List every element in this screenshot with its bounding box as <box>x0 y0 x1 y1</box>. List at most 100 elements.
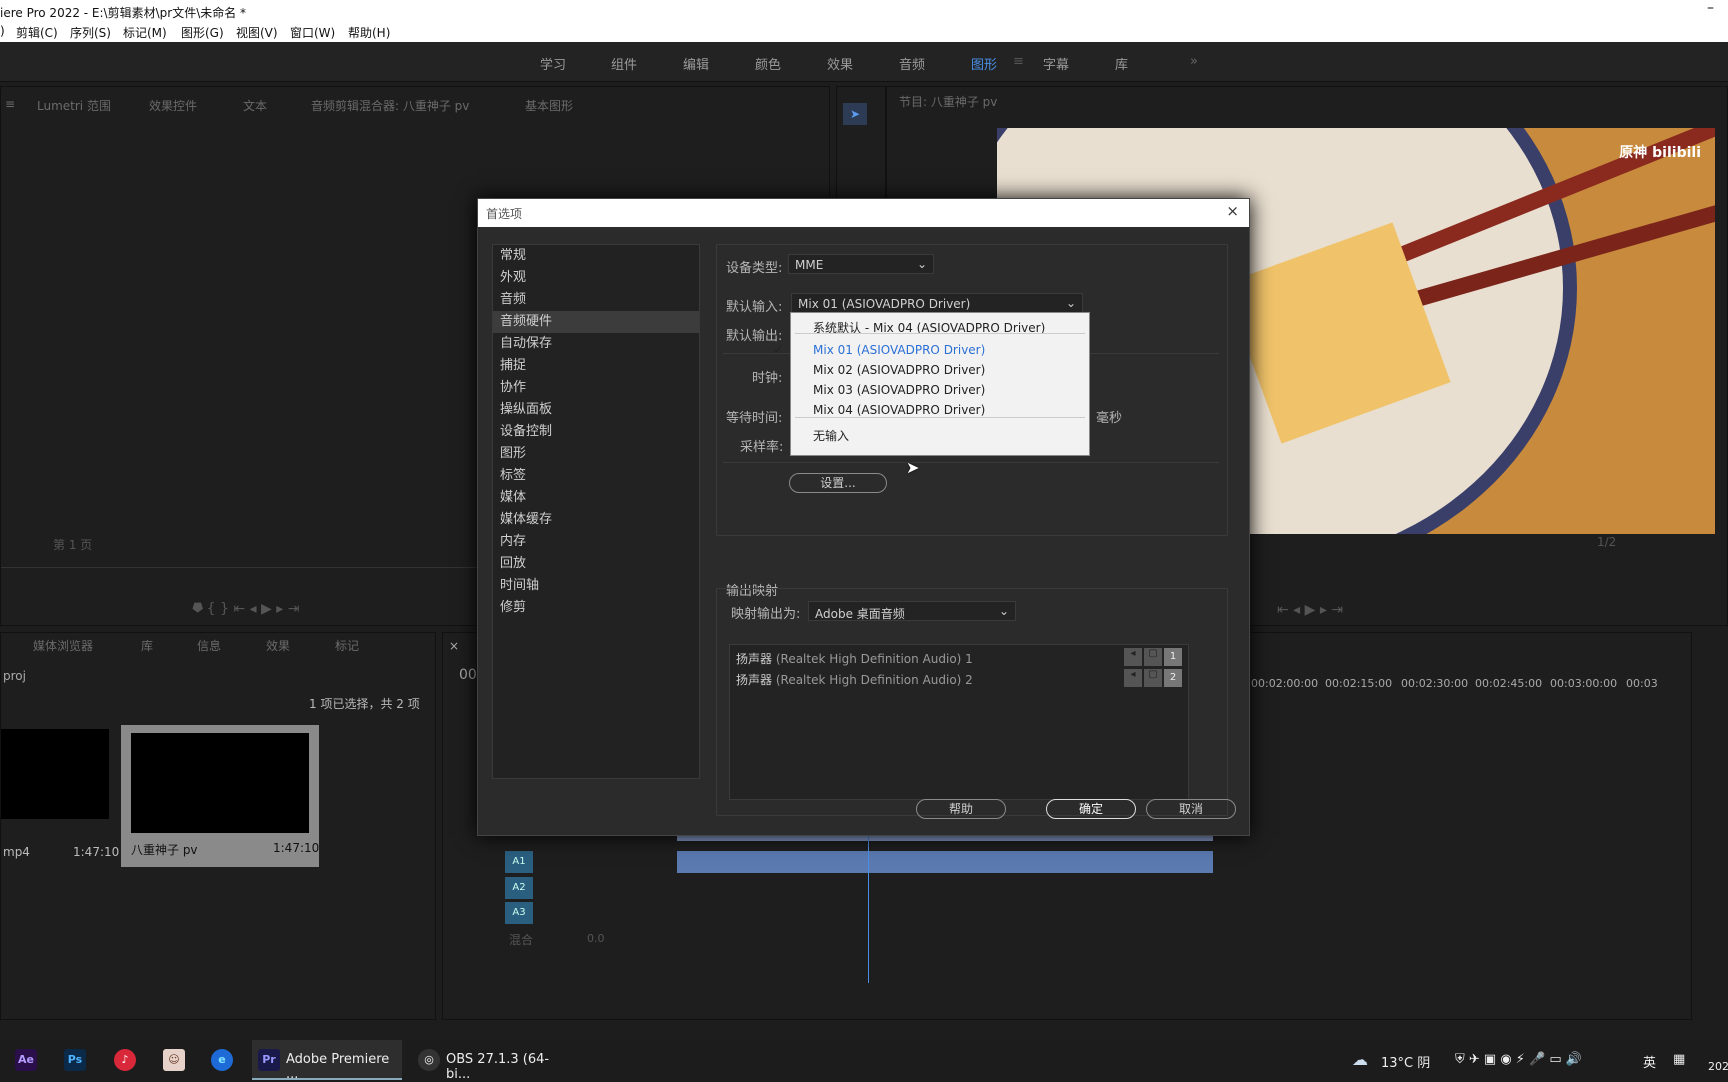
category-item[interactable]: 图形 <box>493 443 699 465</box>
cancel-button[interactable]: 取消 <box>1146 799 1236 819</box>
speaker-icon[interactable]: ◂ <box>1124 648 1142 666</box>
edge-icon[interactable]: e <box>211 1049 233 1071</box>
panel-menu-icon[interactable]: ≡ <box>5 97 15 111</box>
ws-audio[interactable]: 音频 <box>899 54 925 73</box>
dropdown-option[interactable]: Mix 03 (ASIOVADPRO Driver) <box>813 383 985 397</box>
category-item[interactable]: 自动保存 <box>493 333 699 355</box>
map-output-select[interactable]: Adobe 桌面音频 ⌄ <box>808 601 1016 621</box>
category-item[interactable]: 音频 <box>493 289 699 311</box>
ws-editing[interactable]: 编辑 <box>683 54 709 73</box>
tab-libraries[interactable]: 库 <box>141 637 153 654</box>
mix-value[interactable]: 0.0 <box>587 932 605 945</box>
menu-view[interactable]: 视图(V) <box>236 24 278 41</box>
ws-effects[interactable]: 效果 <box>827 54 853 73</box>
dropdown-option[interactable]: Mix 01 (ASIOVADPRO Driver) <box>813 343 985 357</box>
dropdown-option[interactable]: 无输入 <box>813 427 849 444</box>
ws-menu-icon[interactable]: ≡ <box>1013 54 1024 69</box>
tab-info[interactable]: 信息 <box>197 637 221 654</box>
tab-media-browser[interactable]: 媒体浏览器 <box>33 637 93 654</box>
frame-icon[interactable]: ▢ <box>1144 648 1162 666</box>
minimize-button[interactable]: – <box>1707 0 1714 16</box>
program-transport-icon[interactable]: ⇤ ◂ ▶ ▸ ⇥ <box>1277 602 1343 618</box>
default-input-select[interactable]: Mix 01 (ASIOVADPRO Driver) ⌄ <box>791 293 1083 313</box>
device-type-select[interactable]: MME ⌄ <box>788 254 934 274</box>
ime-indicator[interactable]: 英 <box>1643 1052 1656 1071</box>
channel-badge[interactable]: 1 <box>1164 648 1182 666</box>
tray-icons[interactable]: ⛨ ✈ ▣ ◉ ⚡ 🎤 ▭ 🔊 <box>1455 1052 1582 1067</box>
frame-icon[interactable]: ▢ <box>1144 669 1162 687</box>
category-item[interactable]: 协作 <box>493 377 699 399</box>
calendar-icon[interactable]: ▦ <box>1673 1052 1685 1067</box>
ws-learn[interactable]: 学习 <box>540 54 566 73</box>
clock-date[interactable]: 202 <box>1708 1060 1728 1073</box>
avatar-app-icon[interactable]: ☺ <box>163 1049 185 1071</box>
category-item[interactable]: 音频硬件 <box>493 311 699 333</box>
menu-help[interactable]: 帮助(H) <box>348 24 390 41</box>
overflow-icon[interactable]: » <box>1190 54 1198 69</box>
category-list: 常规 外观 音频 音频硬件 自动保存 捕捉 协作 操纵面板 设备控制 图形 标签 媒体 媒体缓存 内存 回放… <box>492 244 700 779</box>
menu-clip[interactable]: 剪辑(C) <box>16 24 58 41</box>
dialog-close-icon[interactable]: × <box>1226 202 1239 220</box>
sequence-name: 八重神子 pv <box>131 843 198 857</box>
photoshop-icon[interactable]: Ps <box>64 1049 86 1071</box>
tab-markers[interactable]: 标记 <box>335 637 359 654</box>
ws-color[interactable]: 颜色 <box>755 54 781 73</box>
dropdown-option[interactable]: Mix 04 (ASIOVADPRO Driver) <box>813 403 985 417</box>
ws-assembly[interactable]: 组件 <box>611 54 637 73</box>
category-item[interactable]: 回放 <box>493 553 699 575</box>
divider <box>723 462 1219 463</box>
tab-essential-graphics[interactable]: 基本图形 <box>525 97 573 114</box>
after-effects-icon[interactable]: Ae <box>15 1049 37 1071</box>
transport-controls-icon[interactable]: ⯂ { } ⇤ ◂ ▶ ▸ ⇥ <box>191 601 299 617</box>
close-icon[interactable]: × <box>449 639 459 653</box>
tab-audio-mixer[interactable]: 音频剪辑混合器: 八重神子 pv <box>311 97 469 114</box>
category-item[interactable]: 媒体缓存 <box>493 509 699 531</box>
category-item[interactable]: 标签 <box>493 465 699 487</box>
category-item[interactable]: 操纵面板 <box>493 399 699 421</box>
tab-text[interactable]: 文本 <box>243 97 267 114</box>
ws-libraries[interactable]: 库 <box>1115 54 1128 73</box>
category-item[interactable]: 内存 <box>493 531 699 553</box>
category-item[interactable]: 外观 <box>493 267 699 289</box>
audio-clip[interactable] <box>677 851 1213 873</box>
ws-captions[interactable]: 字幕 <box>1043 54 1069 73</box>
playhead[interactable] <box>868 833 869 983</box>
category-item[interactable]: 捕捉 <box>493 355 699 377</box>
tab-lumetri[interactable]: Lumetri 范围 <box>37 97 111 114</box>
category-item[interactable]: 设备控制 <box>493 421 699 443</box>
weather-text[interactable]: 13°C 阴 <box>1381 1052 1430 1071</box>
speaker-row[interactable]: 扬声器 (Realtek High Definition Audio) 1 <box>736 650 973 667</box>
track-label[interactable]: A3 <box>505 902 533 924</box>
menu-graphics[interactable]: 图形(G) <box>181 24 224 41</box>
clip-thumbnail[interactable] <box>1 729 109 819</box>
track-label[interactable]: A2 <box>505 877 533 899</box>
netease-music-icon[interactable]: ♪ <box>114 1049 136 1071</box>
speaker-row[interactable]: 扬声器 (Realtek High Definition Audio) 2 <box>736 671 973 688</box>
help-button[interactable]: 帮助 <box>916 799 1006 819</box>
track-label[interactable]: A1 <box>505 851 533 873</box>
menu-item[interactable]: ) <box>0 24 5 38</box>
taskbar: Ae Ps ♪ ☺ e Pr Adobe Premiere ... ◎ OBS … <box>0 1040 1728 1082</box>
ws-graphics[interactable]: 图形 <box>971 54 997 73</box>
ok-button[interactable]: 确定 <box>1046 799 1136 819</box>
tab-effect-controls[interactable]: 效果控件 <box>149 97 197 114</box>
fraction-select[interactable]: 1/2 <box>1597 535 1616 549</box>
menu-sequence[interactable]: 序列(S) <box>70 24 111 41</box>
category-item[interactable]: 媒体 <box>493 487 699 509</box>
menu-markers[interactable]: 标记(M) <box>123 24 167 41</box>
speaker-icon[interactable]: ◂ <box>1124 669 1142 687</box>
timecode[interactable]: 00 <box>459 667 477 683</box>
settings-button[interactable]: 设置... <box>789 473 887 493</box>
channel-badge[interactable]: 2 <box>1164 669 1182 687</box>
category-item[interactable]: 常规 <box>493 245 699 267</box>
page-select[interactable]: 第 1 页 <box>53 536 92 553</box>
obs-task[interactable]: ◎ OBS 27.1.3 (64-bi... <box>412 1040 562 1082</box>
sequence-item[interactable]: 八重神子 pv 1:47:10 <box>121 725 319 867</box>
premiere-task[interactable]: Pr Adobe Premiere ... <box>252 1040 402 1082</box>
category-item[interactable]: 修剪 <box>493 597 699 619</box>
selection-tool-icon[interactable]: ➤ <box>843 103 867 125</box>
menu-window[interactable]: 窗口(W) <box>290 24 335 41</box>
dropdown-option[interactable]: Mix 02 (ASIOVADPRO Driver) <box>813 363 985 377</box>
tab-effects[interactable]: 效果 <box>266 637 290 654</box>
category-item[interactable]: 时间轴 <box>493 575 699 597</box>
